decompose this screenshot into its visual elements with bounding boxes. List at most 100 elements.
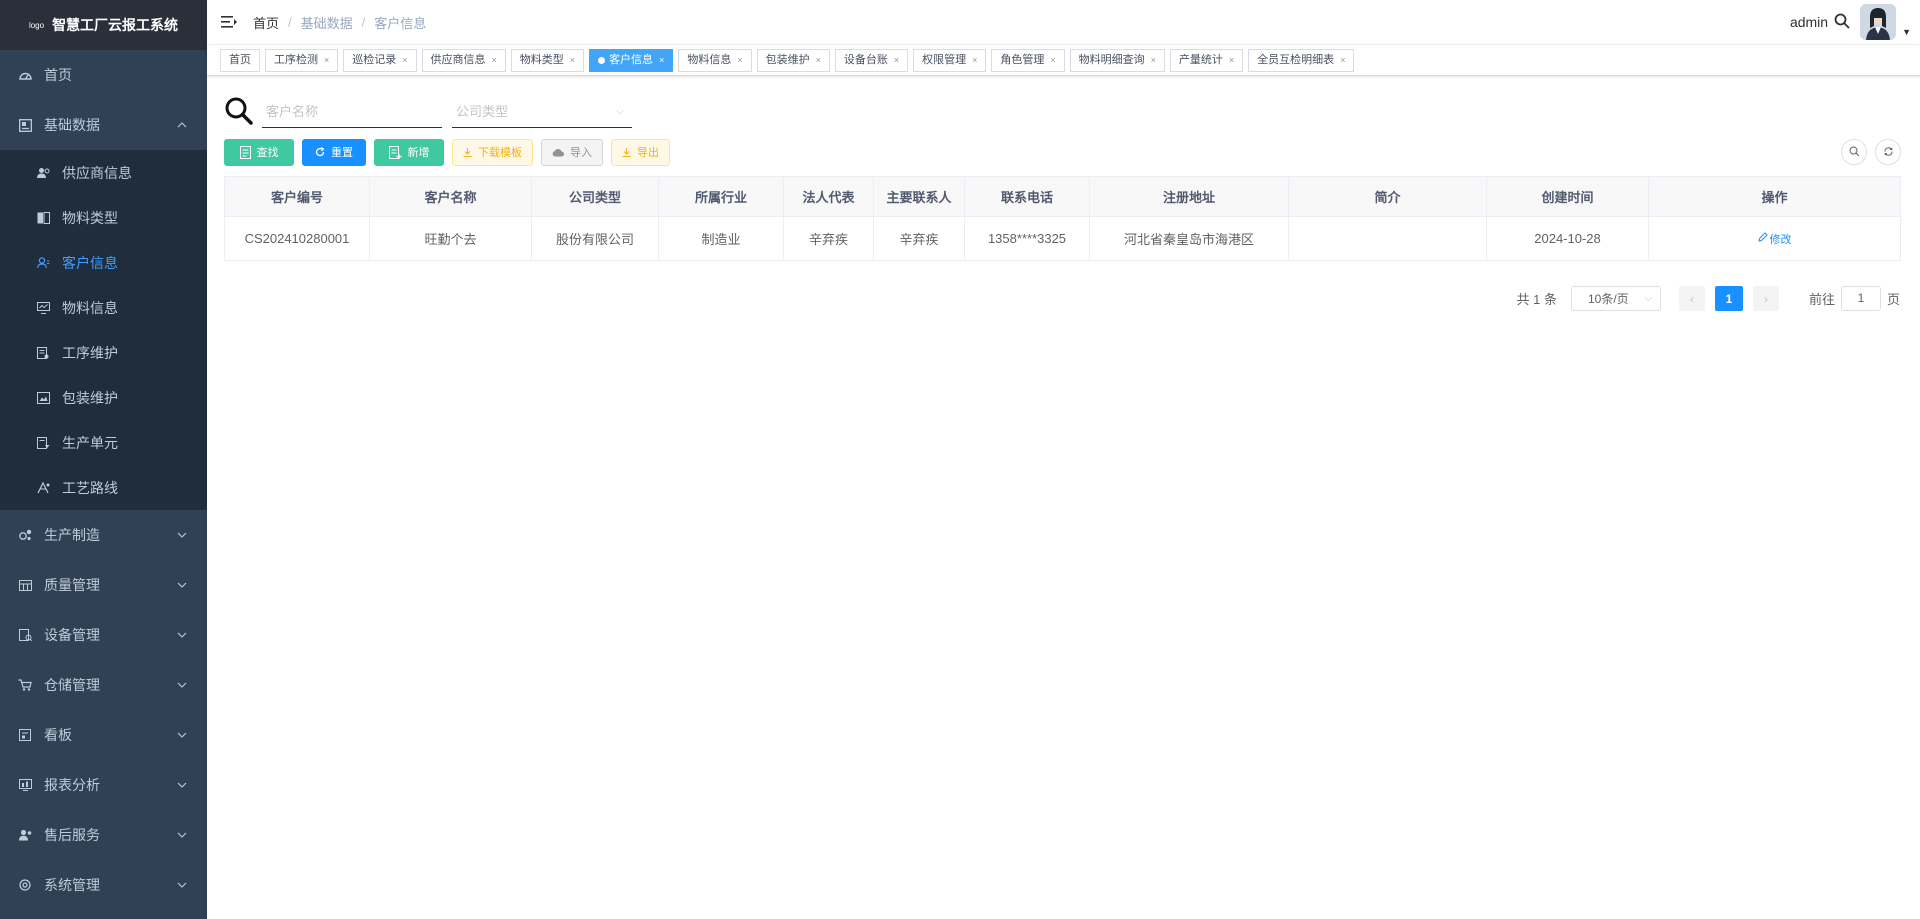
tab-label: 工序检测 [274, 53, 318, 66]
tab-6[interactable]: 物料信息 × [678, 48, 752, 72]
page-number-current[interactable]: 1 [1714, 286, 1743, 311]
tab-5[interactable]: 客户信息 × [589, 48, 674, 72]
column-header: 法人代表 [783, 176, 874, 217]
close-icon[interactable]: × [402, 50, 407, 71]
process-icon [36, 346, 50, 360]
company-type-select[interactable]: ⌵ [452, 96, 632, 128]
tab-label: 产量统计 [1178, 53, 1223, 66]
breadcrumb-basic-data: 基础数据 [300, 15, 353, 31]
chevron-down-icon [175, 728, 189, 742]
find-button[interactable]: 查找 [224, 138, 294, 166]
tab-8[interactable]: 设备台账 × [834, 48, 909, 72]
close-icon[interactable]: × [737, 50, 742, 71]
customer-name-field[interactable] [262, 96, 442, 128]
close-icon[interactable]: × [1340, 50, 1345, 71]
sidebar-item-9[interactable]: 系统管理 [0, 860, 207, 910]
breadcrumb-home[interactable]: 首页 [253, 13, 279, 32]
import-button-label: 导入 [570, 147, 592, 159]
report-icon [18, 778, 32, 792]
navbar-right: admin ▼ [1790, 4, 1911, 40]
sidebar-subitem-3[interactable]: 物料信息 [0, 285, 207, 330]
reset-button[interactable]: 重置 [302, 138, 366, 166]
refresh-icon [315, 147, 325, 157]
cloud-upload-icon [552, 148, 564, 157]
next-page-button[interactable]: › [1752, 286, 1779, 311]
sidebar-item-label: 仓储管理 [44, 677, 100, 693]
download-template-button[interactable]: 下载模板 [452, 138, 533, 166]
sidebar-item-2[interactable]: 生产制造 [0, 510, 207, 560]
search-icon[interactable] [1834, 13, 1850, 32]
close-icon[interactable]: × [816, 50, 821, 71]
username: admin [1789, 14, 1829, 30]
sidebar-item-1[interactable]: 基础数据 [0, 100, 207, 150]
edit-button[interactable]: 修改 [1757, 231, 1792, 247]
close-icon[interactable]: × [570, 50, 575, 71]
tab-0[interactable]: 首页 [220, 48, 260, 72]
sidebar-item-3[interactable]: 质量管理 [0, 560, 207, 610]
tab-11[interactable]: 物料明细查询 × [1069, 48, 1165, 72]
sidebar-subitem-7[interactable]: 工艺路线 [0, 465, 207, 510]
close-icon[interactable]: × [894, 50, 899, 71]
tab-4[interactable]: 物料类型 × [510, 48, 585, 72]
tab-10[interactable]: 角色管理 × [991, 48, 1065, 72]
sidebar-subitem-2[interactable]: 客户信息 [0, 240, 207, 285]
toolbar: 查找 重置 新增 下载模板 导入 导出 [224, 138, 1901, 166]
column-header: 所属行业 [658, 176, 784, 217]
tab-label: 角色管理 [1000, 53, 1045, 66]
goto-page: 前往 1 页 [1809, 286, 1900, 311]
close-icon[interactable]: × [492, 50, 497, 71]
tab-7[interactable]: 包装维护 × [756, 48, 830, 72]
sidebar-subitem-6[interactable]: 生产单元 [0, 420, 207, 465]
tab-12[interactable]: 产量统计 × [1169, 48, 1244, 72]
refresh-icon [1883, 144, 1894, 160]
sidebar-subitem-label: 生产单元 [62, 434, 118, 451]
sidebar-item-6[interactable]: 看板 [0, 710, 207, 760]
edit-icon [1757, 232, 1770, 245]
toggle-search-button[interactable] [1841, 139, 1867, 165]
prev-page-button[interactable]: ‹ [1678, 286, 1705, 311]
chevron-down-icon [175, 828, 189, 842]
tab-9[interactable]: 权限管理 × [913, 48, 987, 72]
close-icon[interactable]: × [1050, 50, 1055, 71]
column-header: 客户编号 [224, 176, 370, 217]
tab-3[interactable]: 供应商信息 × [421, 48, 506, 72]
sidebar-item-label: 售后服务 [44, 827, 100, 843]
tab-13[interactable]: 全员互检明细表 × [1248, 48, 1355, 72]
sidebar-item-8[interactable]: 售后服务 [0, 810, 207, 860]
customer-name-input[interactable] [262, 96, 442, 127]
sidebar-item-7[interactable]: 报表分析 [0, 760, 207, 810]
export-button[interactable]: 导出 [611, 138, 670, 166]
add-button[interactable]: 新增 [374, 138, 444, 166]
close-icon[interactable]: × [972, 50, 977, 71]
chevron-down-icon[interactable]: ▼ [1902, 27, 1911, 37]
sidebar-subitem-1[interactable]: 物料类型 [0, 195, 207, 240]
close-icon[interactable]: × [324, 50, 329, 71]
sidebar-item-5[interactable]: 仓储管理 [0, 660, 207, 710]
close-icon[interactable]: × [659, 50, 664, 71]
chevron-right-icon: › [1763, 291, 1768, 306]
tab-1[interactable]: 工序检测 × [265, 48, 339, 72]
hamburger-icon[interactable] [219, 12, 239, 32]
table-cell: 2024-10-28 [1486, 216, 1649, 261]
sidebar-subitem-5[interactable]: 包装维护 [0, 375, 207, 420]
company-type-input[interactable] [452, 96, 632, 127]
tab-2[interactable]: 巡检记录 × [343, 48, 417, 72]
logo-bar[interactable]: logo 智慧工厂云报工系统 [0, 0, 207, 50]
sidebar-item-0[interactable]: 首页 [0, 50, 207, 100]
main-area: 首页 / 基础数据 / 客户信息 admin ▼ 首页 工序检测 × 巡检记录 × 供应商… [207, 0, 1920, 919]
sidebar-item-label: 报表分析 [44, 777, 100, 793]
sidebar-item-label: 系统管理 [44, 877, 100, 893]
goto-page-input[interactable]: 1 [1840, 286, 1881, 311]
avatar[interactable] [1860, 4, 1897, 40]
quality-icon [18, 578, 32, 592]
close-icon[interactable]: × [1229, 50, 1234, 71]
sidebar-subitem-4[interactable]: 工序维护 [0, 330, 207, 375]
refresh-button[interactable] [1875, 139, 1901, 165]
sidebar-item-4[interactable]: 设备管理 [0, 610, 207, 660]
page-size-select[interactable]: 10条/页 ⌵ [1570, 286, 1661, 311]
sidebar-item-label: 设备管理 [44, 627, 100, 643]
sidebar-subitem-0[interactable]: 供应商信息 [0, 150, 207, 195]
import-button[interactable]: 导入 [541, 138, 603, 166]
table-row[interactable]: CS202410280001 旺勤个去 股份有限公司 制造业 辛弃疾 辛弃疾 1358***… [224, 216, 1901, 261]
close-icon[interactable]: × [1151, 50, 1156, 71]
